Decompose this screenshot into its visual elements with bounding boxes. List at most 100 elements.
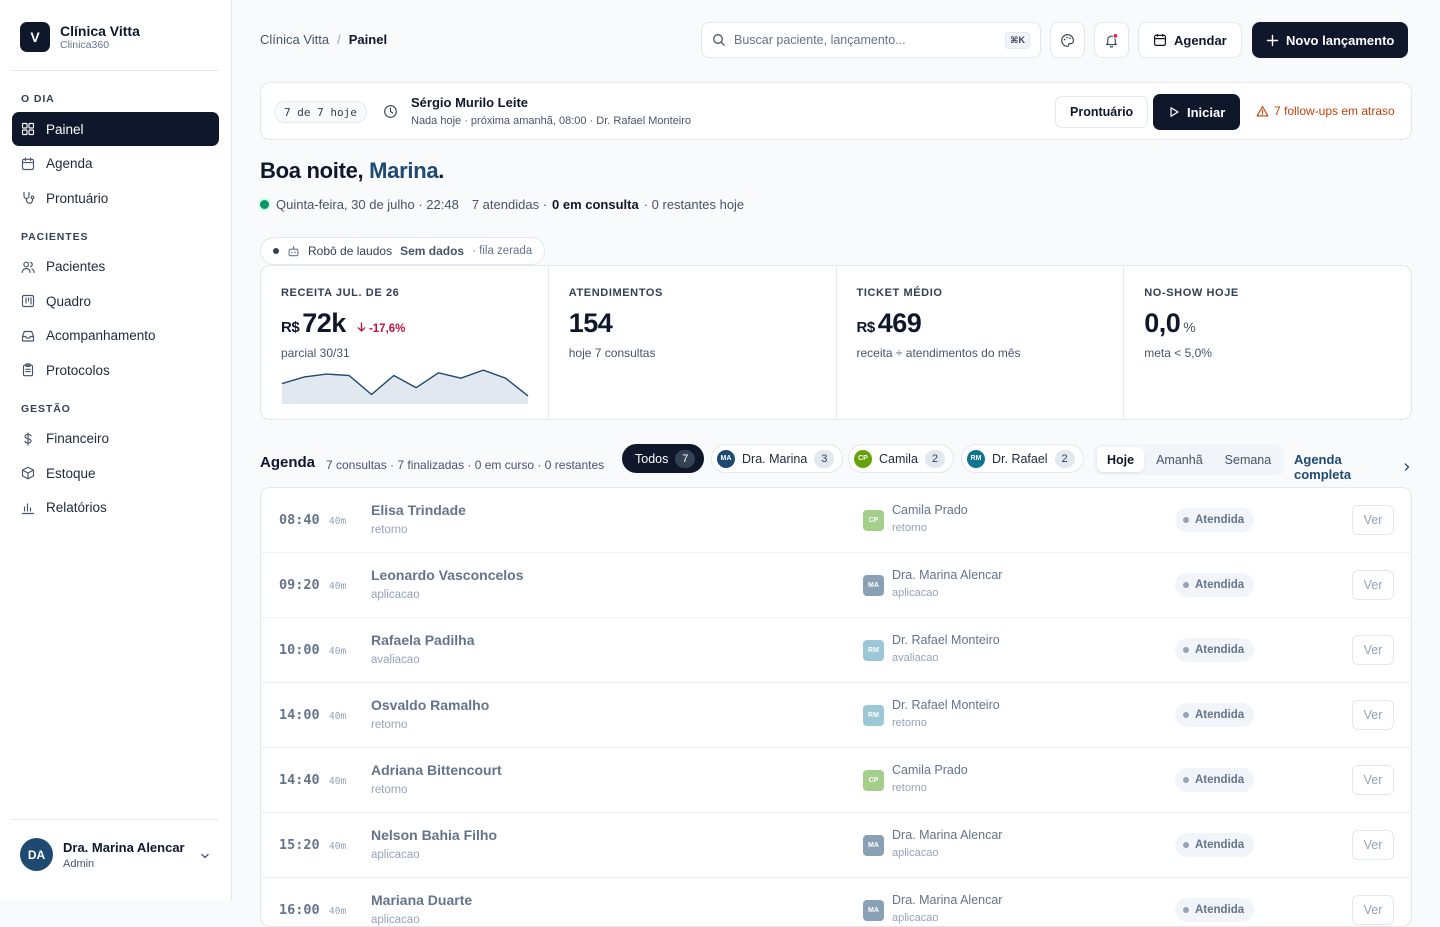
patient-name[interactable]: Nelson Bahia Filho bbox=[371, 827, 497, 843]
patient-name[interactable]: Leonardo Vasconcelos bbox=[371, 567, 524, 583]
appointment-type: aplicacao bbox=[371, 589, 420, 601]
appointment-time: 16:00 bbox=[279, 902, 320, 918]
table-row[interactable]: 14:00 40m Osvaldo Ramalho retorno RM Dr. Rafa… bbox=[261, 683, 1411, 748]
package-icon bbox=[21, 466, 35, 480]
sidebar-item-agenda[interactable]: Agenda bbox=[12, 147, 219, 181]
report-robot-status[interactable]: Robô de laudos Sem dados · fila zerada bbox=[260, 237, 546, 265]
plus-icon bbox=[1266, 34, 1279, 46]
status-dot bbox=[1183, 777, 1189, 783]
kpi-appointments[interactable]: ATENDIMENTOS 154 hoje 7 consultas bbox=[549, 266, 837, 419]
kpi-note: hoje 7 consultas bbox=[568, 346, 656, 360]
filter-chip-label: Dra. Marina bbox=[742, 451, 808, 466]
kpi-revenue[interactable]: RECEITA JUL. DE 26 R$ 72k -17,6% parcial… bbox=[261, 266, 549, 419]
new-entry-button[interactable]: Novo lançamento bbox=[1252, 22, 1409, 58]
sidebar-item-quadro[interactable]: Quadro bbox=[12, 284, 219, 318]
appointment-duration: 40m bbox=[329, 711, 347, 722]
brand-subtitle: Clinica360 bbox=[60, 38, 110, 51]
filter-chip-dr-rafael[interactable]: RM Dr. Rafael 2 bbox=[961, 444, 1084, 473]
board-icon bbox=[21, 294, 35, 308]
view-button[interactable]: Ver bbox=[1352, 830, 1394, 860]
table-row[interactable]: 08:40 40m Elisa Trindade retorno CP Camila Pr… bbox=[261, 488, 1411, 553]
view-button[interactable]: Ver bbox=[1352, 700, 1394, 730]
sidebar-item-acompanhamento[interactable]: Acompanhamento bbox=[12, 319, 219, 353]
status-label: Atendida bbox=[1195, 774, 1245, 786]
patient-name[interactable]: Rafaela Padilha bbox=[371, 632, 475, 648]
patient-name[interactable]: Adriana Bittencourt bbox=[371, 762, 502, 778]
online-status-dot bbox=[260, 200, 269, 209]
status-badge: Atendida bbox=[1175, 768, 1255, 792]
avatar: DA bbox=[20, 838, 53, 871]
followup-alert[interactable]: 7 follow-ups em atraso bbox=[1256, 104, 1395, 118]
avatar: CP bbox=[863, 510, 884, 531]
patient-name[interactable]: Osvaldo Ramalho bbox=[371, 697, 489, 713]
kpi-currency: R$ bbox=[856, 319, 876, 336]
table-row[interactable]: 14:40 40m Adriana Bittencourt retorno CP Cami… bbox=[261, 748, 1411, 813]
view-button[interactable]: Ver bbox=[1352, 570, 1394, 600]
avatar: MA bbox=[863, 835, 884, 856]
brand-name: Clínica Vitta bbox=[60, 22, 140, 39]
kpi-unit: % bbox=[1183, 319, 1196, 335]
range-amanha[interactable]: Amanhã bbox=[1146, 447, 1213, 472]
view-button[interactable]: Ver bbox=[1352, 765, 1394, 795]
sidebar-item-label: Estoque bbox=[46, 465, 96, 481]
avatar: MA bbox=[863, 575, 884, 596]
table-row[interactable]: 09:20 40m Leonardo Vasconcelos aplicacao MA D… bbox=[261, 553, 1411, 618]
theme-button[interactable] bbox=[1050, 22, 1085, 58]
robot-note: · fila zerada bbox=[472, 245, 533, 257]
range-hoje[interactable]: Hoje bbox=[1097, 447, 1145, 472]
user-name: Dra. Marina Alencar bbox=[63, 839, 185, 855]
kpi-value: R$ 469 bbox=[857, 308, 1104, 339]
status-dot bbox=[1183, 647, 1189, 653]
appointment-time: 15:20 bbox=[279, 837, 320, 853]
search-input[interactable]: Buscar paciente, lançamento... ⌘K bbox=[701, 22, 1041, 58]
play-icon bbox=[1170, 107, 1179, 117]
notifications-button[interactable] bbox=[1094, 22, 1129, 58]
sidebar-item-relatorios[interactable]: Relatórios bbox=[12, 491, 219, 525]
patient-name[interactable]: Mariana Duarte bbox=[371, 892, 472, 908]
professional-name: Camila Prado bbox=[892, 503, 968, 517]
filter-chip-todos[interactable]: Todos 7 bbox=[622, 444, 705, 473]
agendar-button[interactable]: Agendar bbox=[1138, 22, 1242, 58]
bar-chart-icon bbox=[21, 502, 35, 514]
table-row[interactable]: 15:20 40m Nelson Bahia Filho aplicacao MA Dra… bbox=[261, 813, 1411, 878]
appointment-type: retorno bbox=[892, 717, 927, 729]
appointment-time: 08:40 bbox=[279, 512, 320, 528]
sidebar-item-financeiro[interactable]: Financeiro bbox=[12, 422, 219, 456]
iniciar-button[interactable]: Iniciar bbox=[1153, 94, 1241, 130]
chevron-down-icon[interactable] bbox=[199, 850, 211, 862]
status-badge: Atendida bbox=[1175, 638, 1255, 662]
filter-chip-dra-marina[interactable]: MA Dra. Marina 3 bbox=[711, 444, 844, 473]
kpi-value: R$ 72k -17,6% bbox=[281, 308, 528, 339]
appointment-type: retorno bbox=[371, 524, 408, 536]
view-button[interactable]: Ver bbox=[1352, 505, 1394, 535]
brand[interactable]: V Clínica Vitta Clinica360 bbox=[20, 22, 140, 52]
appointment-time: 10:00 bbox=[279, 642, 320, 658]
breadcrumb-item[interactable]: Clínica Vitta bbox=[260, 32, 329, 47]
filter-chip-label: Camila bbox=[879, 451, 918, 466]
view-button[interactable]: Ver bbox=[1352, 635, 1394, 665]
kpi-average-ticket[interactable]: TICKET MÉDIO R$ 469 receita ÷ atendiment… bbox=[837, 266, 1125, 419]
next-patient-name[interactable]: Sérgio Murilo Leite bbox=[411, 95, 528, 110]
user-menu[interactable]: DA Dra. Marina Alencar Admin bbox=[20, 838, 211, 871]
sidebar-item-protocolos[interactable]: Protocolos bbox=[12, 353, 219, 387]
table-row[interactable]: 10:00 40m Rafaela Padilha avaliacao RM Dr. Ra… bbox=[261, 618, 1411, 683]
kpi-number: 154 bbox=[568, 308, 613, 338]
sidebar-item-pacientes[interactable]: Pacientes bbox=[12, 250, 219, 284]
sidebar-item-painel[interactable]: Painel bbox=[12, 112, 219, 146]
search-placeholder: Buscar paciente, lançamento... bbox=[734, 33, 906, 47]
range-semana[interactable]: Semana bbox=[1215, 447, 1282, 472]
sidebar-item-label: Financeiro bbox=[46, 431, 110, 446]
sidebar-item-estoque[interactable]: Estoque bbox=[12, 456, 219, 490]
kpi-number: 72k bbox=[302, 308, 346, 338]
sidebar-item-label: Pacientes bbox=[46, 259, 106, 274]
sidebar-item-label: Painel bbox=[46, 121, 84, 137]
prontuario-button[interactable]: Prontuário bbox=[1055, 96, 1149, 128]
sidebar-item-prontuario[interactable]: Prontuário bbox=[12, 181, 219, 215]
patient-name[interactable]: Elisa Trindade bbox=[371, 502, 466, 518]
kpi-label: RECEITA JUL. DE 26 bbox=[281, 287, 400, 299]
kpi-no-show[interactable]: NO-SHOW HOJE 0,0 % meta < 5,0% bbox=[1124, 266, 1411, 419]
filter-chip-camila[interactable]: CP Camila 2 bbox=[848, 444, 954, 473]
full-agenda-link[interactable]: Agenda completa bbox=[1294, 452, 1412, 482]
table-row[interactable]: 16:00 40m Mariana Duarte aplicacao MA Dra. Ma… bbox=[261, 878, 1411, 926]
status-badge: Atendida bbox=[1175, 703, 1255, 727]
